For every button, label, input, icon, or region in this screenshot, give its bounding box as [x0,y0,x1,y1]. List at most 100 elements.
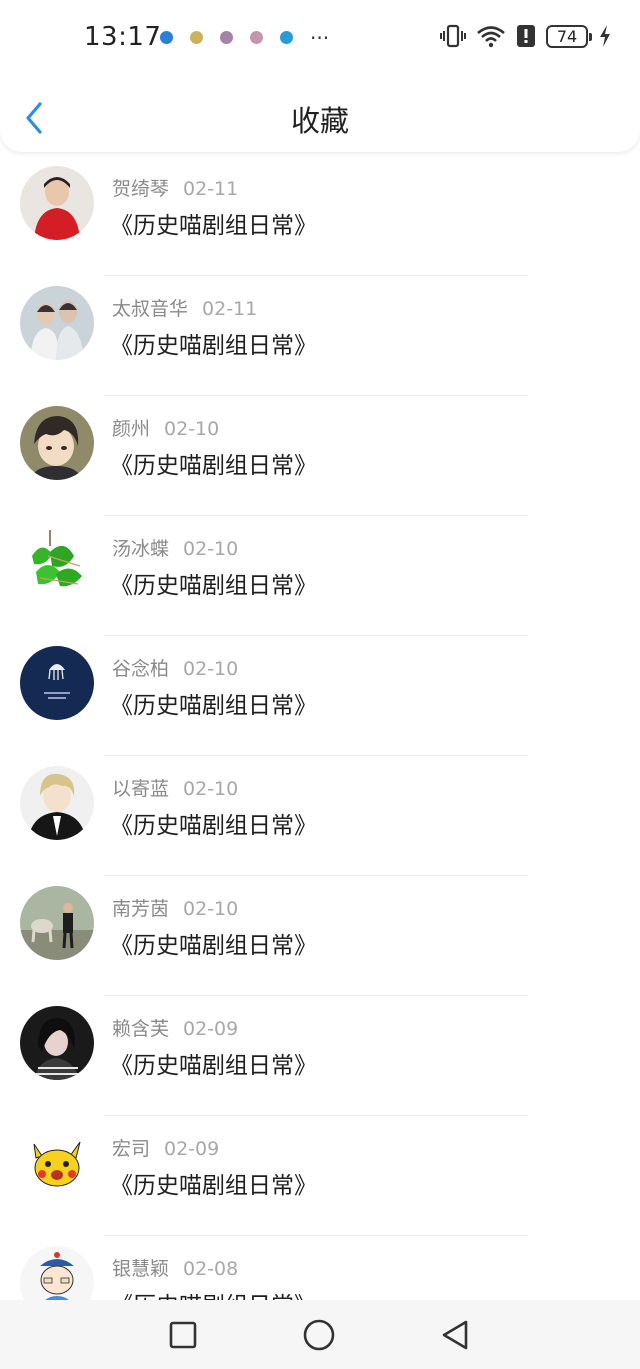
avatar[interactable] [20,166,94,240]
avatar[interactable] [20,646,94,720]
system-nav-bar [0,1300,640,1369]
item-date: 02-10 [183,898,239,920]
list-item[interactable]: 宏司 02-09 《历史喵剧组日常》 [0,1126,640,1246]
item-title: 《历史喵剧组日常》 [110,453,317,479]
avatar[interactable] [20,286,94,360]
username: 赖含芙 [112,1018,170,1040]
avatar[interactable] [20,406,94,480]
avatar[interactable] [20,766,94,840]
username: 贺绮琴 [112,178,170,200]
vibrate-icon [440,24,466,48]
avatar-image [20,286,94,360]
item-meta: 谷念柏 02-10 [112,654,238,681]
notification-icon [160,31,173,44]
header: 收藏 [0,82,640,152]
divider [104,515,528,516]
system-back-button[interactable] [438,1318,472,1352]
avatar[interactable] [20,1246,94,1300]
avatar-image [20,646,94,720]
item-date: 02-10 [183,538,239,560]
list-item[interactable]: 银慧颖 02-08 《历史喵剧组日常》 [0,1246,640,1300]
item-date: 02-09 [164,1138,220,1160]
avatar[interactable] [20,1006,94,1080]
wifi-icon [477,26,505,48]
status-right: 74 [440,24,612,48]
item-meta: 汤冰蝶 02-10 [112,534,238,561]
triangle-back-icon [442,1320,468,1350]
item-date: 02-10 [183,658,239,680]
username: 汤冰蝶 [112,538,170,560]
avatar-image [20,526,94,600]
avatar-image [20,1126,94,1200]
notification-icon [190,31,203,44]
page-title: 收藏 [290,104,349,138]
item-title: 《历史喵剧组日常》 [110,333,317,359]
item-meta: 颜州 02-10 [112,414,219,441]
list-item[interactable]: 颜州 02-10 《历史喵剧组日常》 [0,406,640,526]
item-title: 《历史喵剧组日常》 [110,1053,317,1079]
notification-icons: ··· [160,25,330,50]
list-item[interactable]: 南芳茵 02-10 《历史喵剧组日常》 [0,886,640,1006]
divider [104,635,528,636]
avatar[interactable] [20,1126,94,1200]
list-item[interactable]: 赖含芙 02-09 《历史喵剧组日常》 [0,1006,640,1126]
more-notifications-icon: ··· [310,25,330,50]
avatar[interactable] [20,886,94,960]
list-item[interactable]: 贺绮琴 02-11 《历史喵剧组日常》 [0,166,640,286]
avatar-image [20,406,94,480]
list-item[interactable]: 谷念柏 02-10 《历史喵剧组日常》 [0,646,640,766]
divider [104,1115,528,1116]
username: 太叔音华 [112,298,189,320]
divider [104,995,528,996]
avatar-image [20,166,94,240]
item-date: 02-10 [164,418,220,440]
username: 以寄蓝 [112,778,170,800]
item-meta: 太叔音华 02-11 [112,294,257,321]
username: 谷念柏 [112,658,170,680]
square-icon [169,1321,197,1349]
recent-apps-button[interactable] [166,1318,200,1352]
item-meta: 银慧颖 02-08 [112,1254,238,1281]
item-title: 《历史喵剧组日常》 [110,573,317,599]
item-meta: 南芳茵 02-10 [112,894,238,921]
status-time: 13:17 [84,22,162,52]
avatar[interactable] [20,526,94,600]
item-date: 02-08 [183,1258,239,1280]
avatar-image [20,1246,94,1300]
avatar-image [20,1006,94,1080]
screen: 13:17 ··· 74 收藏 贺绮琴 02-11 《历史喵剧组日常》 太叔音华… [0,0,640,1369]
item-meta: 以寄蓝 02-10 [112,774,238,801]
avatar-image [20,766,94,840]
username: 颜州 [112,418,151,440]
username: 宏司 [112,1138,151,1160]
item-title: 《历史喵剧组日常》 [110,1286,317,1300]
notification-icon [250,31,263,44]
notification-icon [220,31,233,44]
top-card: 13:17 ··· 74 收藏 [0,0,640,152]
item-title: 《历史喵剧组日常》 [110,693,317,719]
status-bar: 13:17 ··· 74 [0,0,640,78]
avatar-image [20,886,94,960]
list-item[interactable]: 以寄蓝 02-10 《历史喵剧组日常》 [0,766,640,886]
home-button[interactable] [302,1318,336,1352]
item-date: 02-09 [183,1018,239,1040]
item-date: 02-10 [183,778,239,800]
username: 南芳茵 [112,898,170,920]
charging-icon [600,25,610,47]
divider [104,275,528,276]
divider [104,395,528,396]
item-meta: 贺绮琴 02-11 [112,174,238,201]
item-meta: 赖含芙 02-09 [112,1014,238,1041]
notification-icon [280,31,293,44]
item-title: 《历史喵剧组日常》 [110,813,317,839]
list-item[interactable]: 太叔音华 02-11 《历史喵剧组日常》 [0,286,640,406]
favorites-list: 贺绮琴 02-11 《历史喵剧组日常》 太叔音华 02-11 《历史喵剧组日常》… [0,152,640,1300]
username: 银慧颖 [112,1258,170,1280]
item-meta: 宏司 02-09 [112,1134,219,1161]
divider [104,1235,528,1236]
divider [104,875,528,876]
list-item[interactable]: 汤冰蝶 02-10 《历史喵剧组日常》 [0,526,640,646]
item-date: 02-11 [183,178,239,200]
item-title: 《历史喵剧组日常》 [110,1173,317,1199]
battery-indicator: 74 [546,24,592,48]
